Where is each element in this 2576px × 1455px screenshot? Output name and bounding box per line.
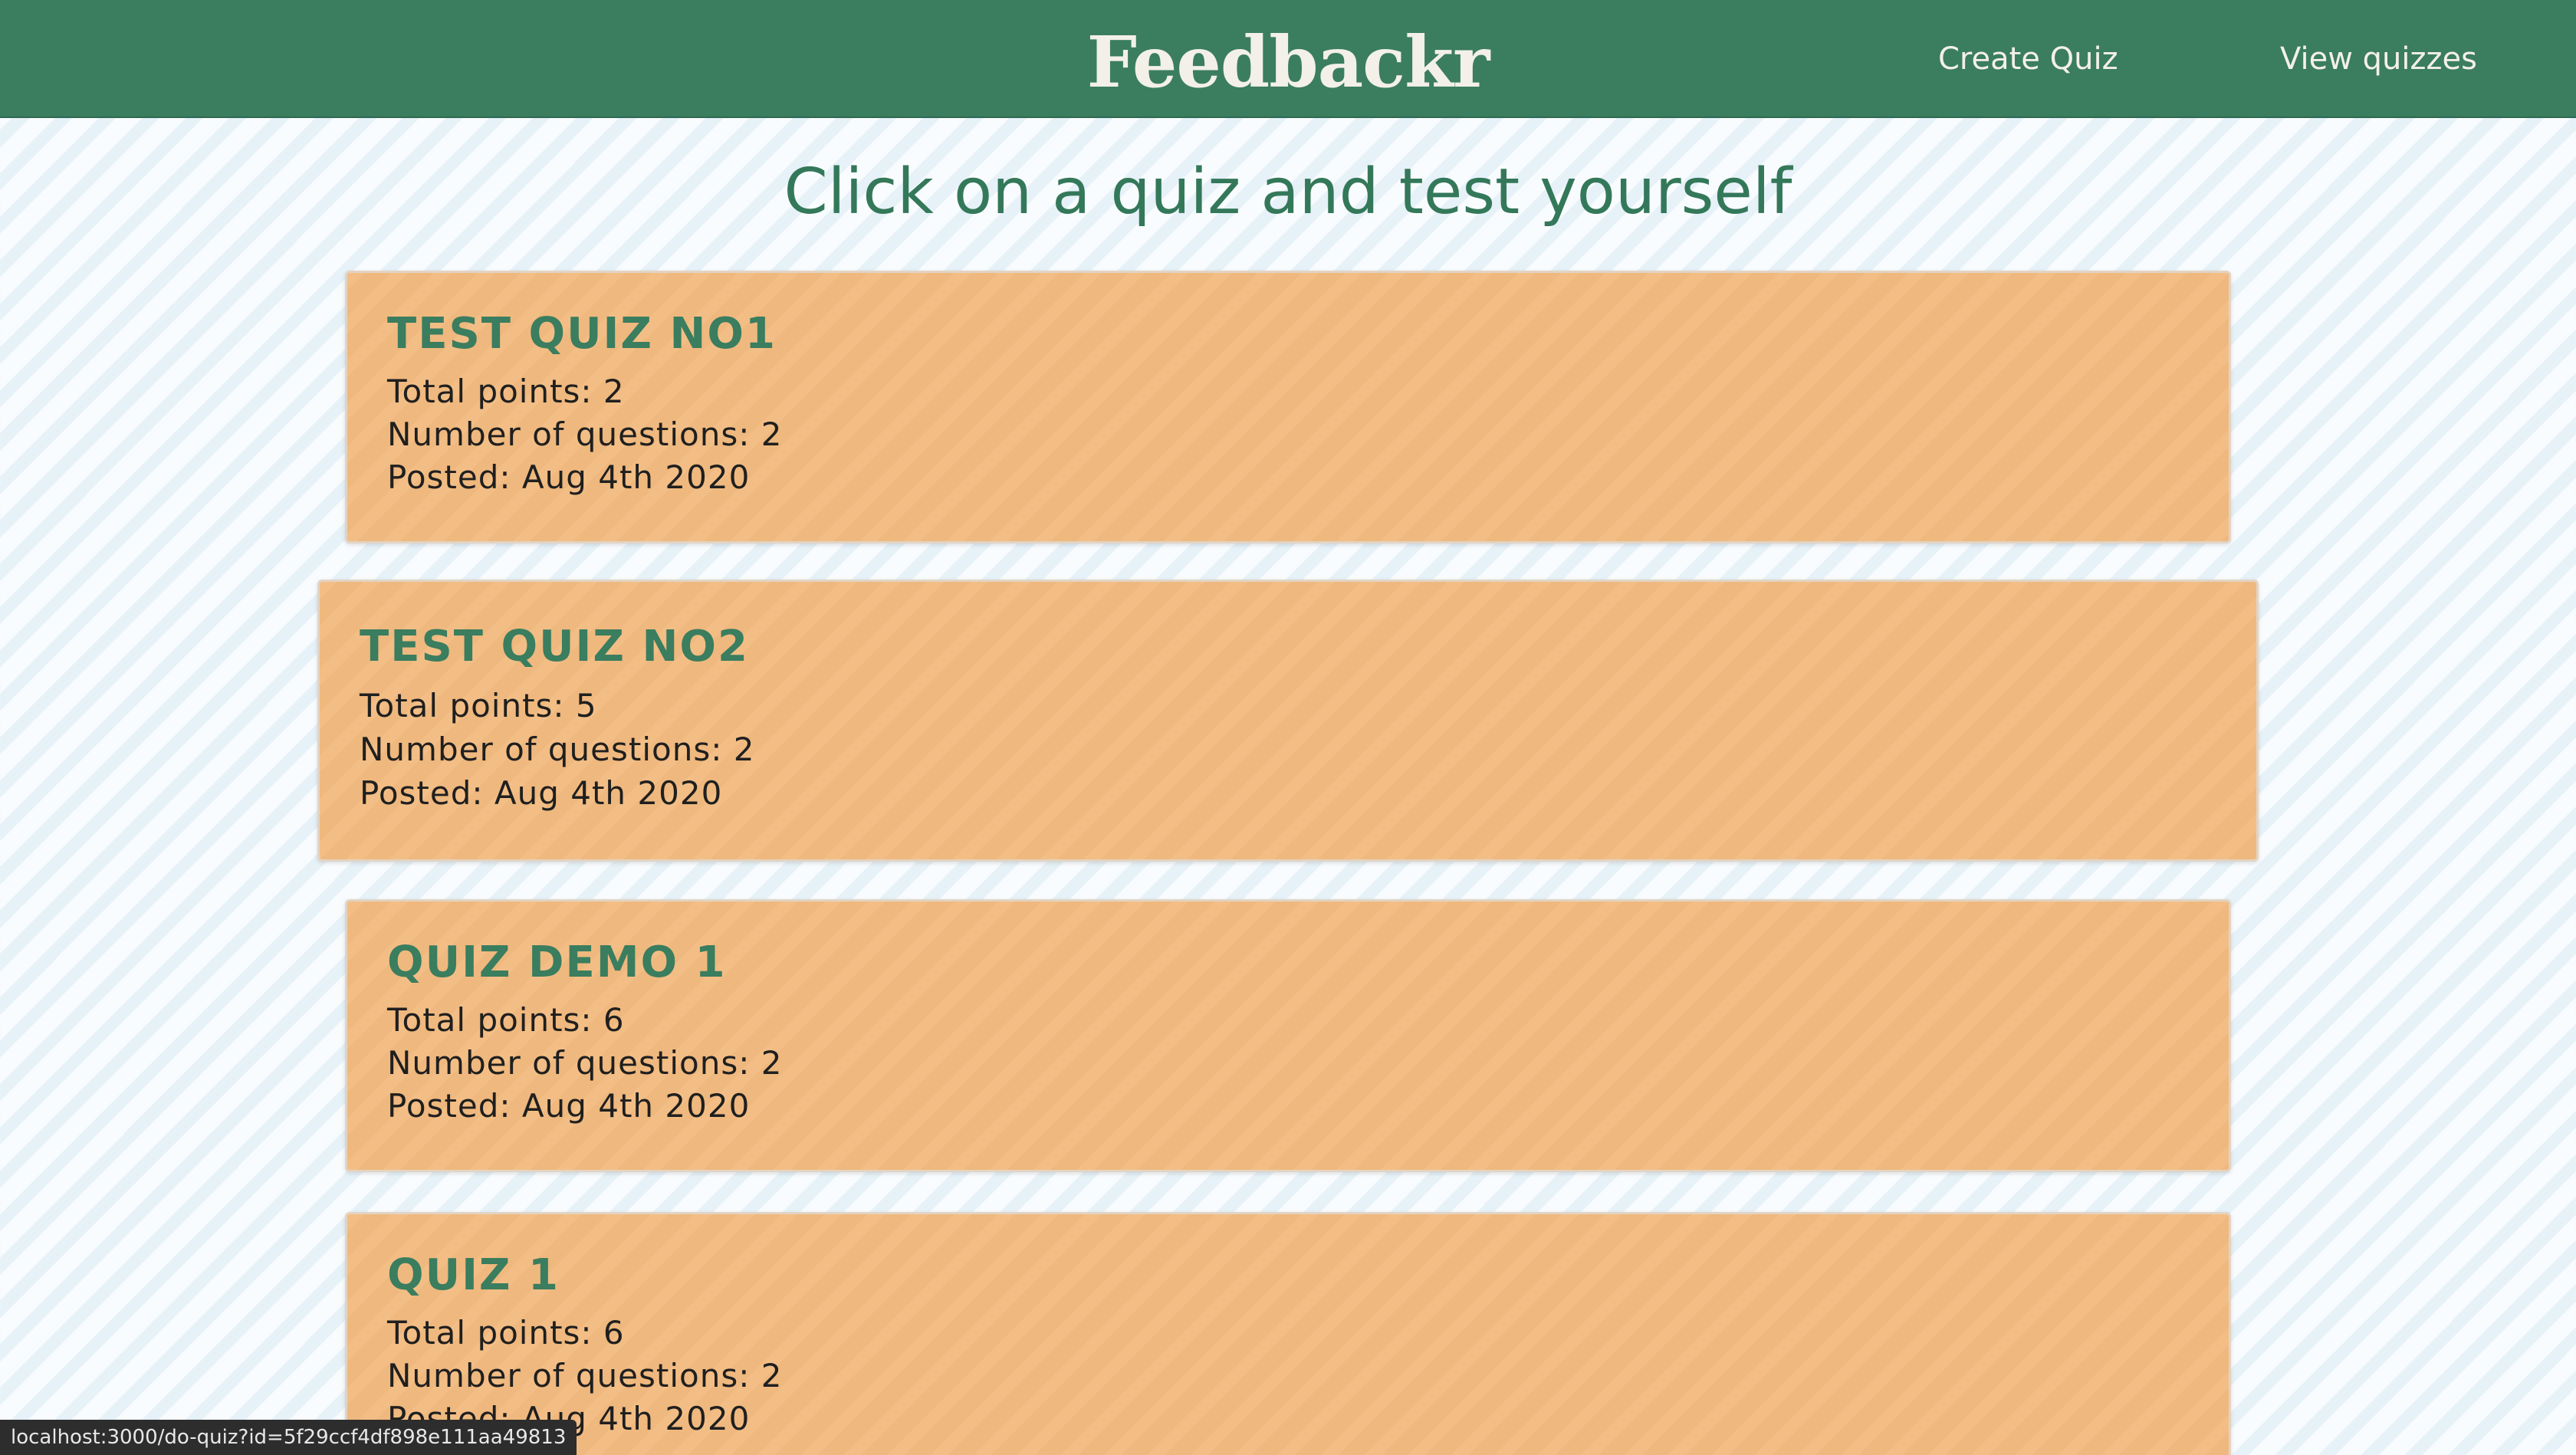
quiz-total-points: Total points: 6 bbox=[387, 1314, 625, 1352]
quiz-total-points: Total points: 5 bbox=[360, 687, 597, 724]
brand-logo[interactable]: Feedbackr bbox=[0, 20, 2576, 104]
quiz-card[interactable]: QUIZ DEMO 1 Total points: 6 Number of qu… bbox=[345, 899, 2231, 1172]
quiz-question-count: Number of questions: 2 bbox=[387, 1044, 783, 1082]
quiz-posted-date: Posted: Aug 4th 2020 bbox=[360, 774, 723, 812]
quiz-title: QUIZ 1 bbox=[387, 1250, 560, 1300]
quiz-card[interactable]: TEST QUIZ NO1 Total points: 2 Number of … bbox=[345, 271, 2231, 544]
quiz-title: QUIZ DEMO 1 bbox=[387, 938, 727, 987]
quiz-posted-date: Posted: Aug 4th 2020 bbox=[387, 458, 751, 496]
nav-create-quiz-link[interactable]: Create Quiz bbox=[1938, 38, 2118, 80]
quiz-card-hovered[interactable]: TEST QUIZ NO2 Total points: 5 Number of … bbox=[317, 580, 2259, 862]
quiz-title: TEST QUIZ NO2 bbox=[360, 622, 749, 672]
quiz-total-points: Total points: 6 bbox=[387, 1001, 625, 1039]
browser-status-url: localhost:3000/do-quiz?id=5f29ccf4df898e… bbox=[0, 1420, 577, 1455]
quiz-card[interactable]: QUIZ 1 Total points: 6 Number of questio… bbox=[345, 1212, 2231, 1455]
top-navbar: Feedbackr Create Quiz View quizzes bbox=[0, 0, 2576, 118]
quiz-question-count: Number of questions: 2 bbox=[387, 1357, 783, 1394]
quiz-posted-date: Posted: Aug 4th 2020 bbox=[387, 1087, 751, 1125]
quiz-title: TEST QUIZ NO1 bbox=[387, 309, 777, 359]
quiz-question-count: Number of questions: 2 bbox=[360, 731, 755, 768]
quiz-question-count: Number of questions: 2 bbox=[387, 415, 783, 453]
page-heading: Click on a quiz and test yourself bbox=[784, 156, 1792, 228]
nav-view-quizzes-link[interactable]: View quizzes bbox=[2280, 38, 2477, 80]
quiz-total-points: Total points: 2 bbox=[387, 373, 625, 410]
